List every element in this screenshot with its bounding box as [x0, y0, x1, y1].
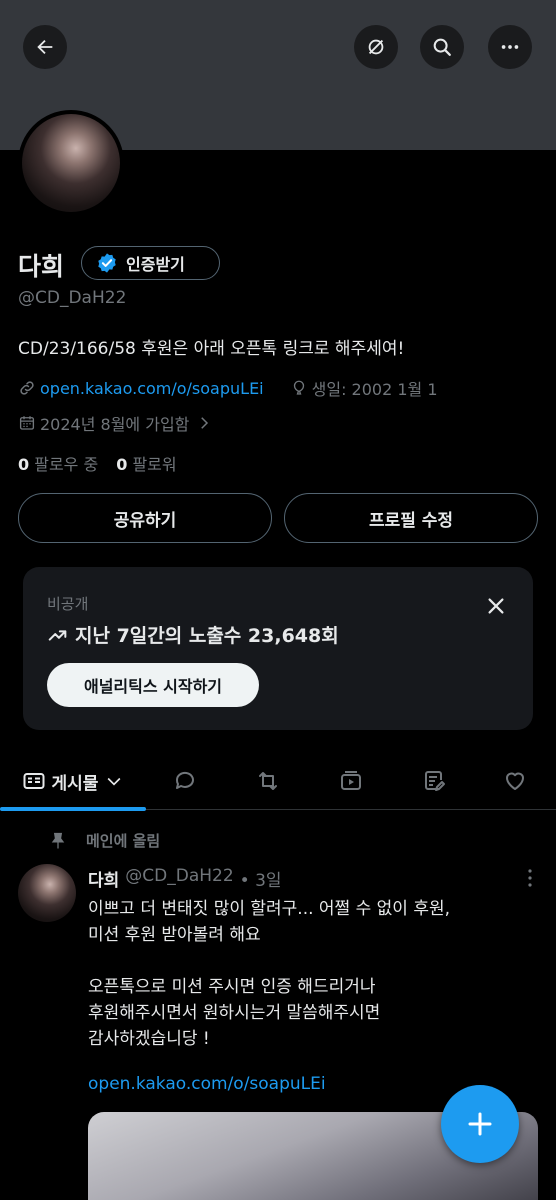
- post-author-name[interactable]: 다희: [88, 866, 119, 891]
- active-tab-indicator: [0, 807, 146, 811]
- share-button[interactable]: 공유하기: [18, 493, 272, 543]
- following-stat[interactable]: 0 팔로우 중: [18, 451, 98, 475]
- get-verified-label: 인증받기: [126, 255, 185, 274]
- private-label: 비공개: [47, 595, 89, 613]
- calendar-icon: [19, 416, 35, 430]
- chevron-right-icon: [201, 417, 209, 429]
- trending-up-icon: [48, 629, 67, 641]
- profile-name: 다희: [18, 252, 65, 281]
- pin-icon: [51, 832, 65, 848]
- profile-handle: @CD_DaH22: [18, 288, 127, 308]
- pinned-label: 메인에 올림: [86, 832, 161, 850]
- more-button[interactable]: [488, 25, 532, 69]
- post-text: 이쁘고 더 변태짓 많이 할려구... 어쩔 수 없이 후원, 미션 후원 받아…: [88, 899, 451, 1049]
- profile-joined: 2024년 8월에 가입함: [40, 415, 190, 434]
- translate-button[interactable]: [354, 25, 398, 69]
- tab-reposts[interactable]: [243, 752, 293, 810]
- tab-likes[interactable]: [490, 752, 540, 810]
- article-icon: [425, 771, 445, 791]
- edit-profile-button[interactable]: 프로필 수정: [284, 493, 538, 543]
- post-header: 다희 @CD_DaH22 • 3일: [88, 866, 282, 891]
- profile-birthday: 생일: 2002 1월 1: [311, 380, 438, 399]
- search-icon: [433, 38, 451, 56]
- chevron-down-icon: [108, 777, 121, 786]
- balloon-icon: [293, 380, 304, 395]
- tab-replies[interactable]: [160, 752, 210, 810]
- followers-stat[interactable]: 0 팔로워: [116, 451, 176, 475]
- post-link[interactable]: open.kakao.com/o/soapuLEi: [88, 1074, 326, 1094]
- get-verified-button[interactable]: 인증받기: [81, 246, 220, 280]
- tab-posts[interactable]: 게시물: [0, 752, 146, 811]
- pinned-indicator: 메인에 올림: [48, 830, 160, 851]
- link-icon: [20, 381, 34, 395]
- post-author-handle[interactable]: @CD_DaH22: [125, 866, 233, 891]
- post-more-button[interactable]: [526, 868, 534, 892]
- profile-bio: CD/23/166/58 후원은 아래 오픈톡 링크로 해주세여!: [18, 339, 405, 359]
- posts-icon: [23, 773, 45, 789]
- profile-link[interactable]: open.kakao.com/o/soapuLEi: [40, 379, 264, 398]
- arrow-left-icon: [37, 39, 53, 55]
- compose-button[interactable]: [441, 1085, 519, 1163]
- profile-meta-row: open.kakao.com/o/soapuLEi 생일: 2002 1월 1: [18, 376, 438, 400]
- translate-icon: [368, 39, 384, 55]
- plus-icon: [468, 1112, 492, 1136]
- tab-media[interactable]: [326, 752, 376, 810]
- avatar-image: [22, 114, 120, 212]
- heart-icon: [506, 772, 524, 790]
- joined-row[interactable]: 2024년 8월에 가입함: [18, 411, 217, 435]
- close-icon[interactable]: [485, 595, 507, 617]
- post-author-avatar[interactable]: [18, 864, 76, 922]
- tab-posts-label: 게시물: [51, 773, 99, 794]
- search-button[interactable]: [420, 25, 464, 69]
- start-analytics-button[interactable]: 애널리틱스 시작하기: [47, 663, 259, 707]
- profile-tabs: 게시물: [0, 752, 556, 811]
- back-button[interactable]: [23, 25, 67, 69]
- impressions-text: 지난 7일간의 노출수 23,648회: [47, 621, 339, 648]
- profile-avatar[interactable]: [18, 110, 124, 216]
- tab-articles[interactable]: [409, 752, 459, 810]
- video-icon: [341, 771, 361, 790]
- analytics-card: 비공개 지난 7일간의 노출수 23,648회 애널리틱스 시작하기: [23, 567, 533, 730]
- post-time: • 3일: [239, 871, 282, 891]
- more-horizontal-icon: [501, 45, 519, 49]
- verified-badge-icon: [98, 253, 116, 273]
- repost-icon: [259, 772, 277, 790]
- follow-stats: 0 팔로우 중 0 팔로워: [18, 451, 177, 475]
- more-vertical-icon: [528, 869, 532, 887]
- reply-icon: [175, 771, 194, 789]
